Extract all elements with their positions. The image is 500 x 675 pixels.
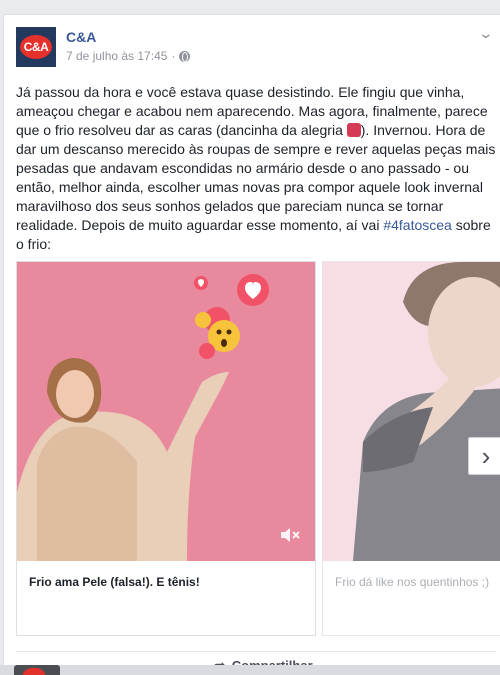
card-image[interactable] (17, 262, 315, 561)
post-meta: 7 de julho às 17:45 · (66, 49, 191, 63)
divider (16, 651, 496, 652)
taskbar (0, 665, 500, 675)
mute-icon[interactable] (279, 527, 301, 543)
meta-separator: · (171, 49, 176, 63)
taskbar-app-button[interactable] (14, 665, 60, 675)
globe-icon[interactable] (179, 50, 191, 62)
page-name-link[interactable]: C&A (66, 29, 96, 45)
carousel-card[interactable]: Frio ama Pele (falsa!). E tênis! (16, 261, 316, 636)
chevron-right-icon[interactable]: › (468, 437, 500, 475)
card-image[interactable] (323, 262, 500, 561)
app-icon (22, 668, 46, 675)
post-timestamp[interactable]: 7 de julho às 17:45 (66, 49, 167, 63)
post-body: Já passou da hora e você estava quase de… (16, 83, 496, 254)
hashtag-link[interactable]: #4fatoscea (383, 217, 452, 233)
carousel: Frio ama Pele (falsa!). E tênis! Frio dá… (16, 261, 500, 636)
dancer-emoji-icon (346, 123, 361, 137)
card-caption[interactable]: Frio dá like nos quentinhos ;) (323, 561, 500, 635)
avatar[interactable]: C&A (16, 27, 56, 67)
feed-post: C&A C&A 7 de julho às 17:45 · ⌄ Já passo… (3, 14, 500, 673)
brand-logo: C&A (20, 35, 52, 59)
card-caption[interactable]: Frio ama Pele (falsa!). E tênis! (17, 561, 315, 635)
post-header: C&A C&A 7 de julho às 17:45 · ⌄ (16, 25, 496, 69)
chevron-down-icon[interactable]: ⌄ (478, 25, 494, 42)
